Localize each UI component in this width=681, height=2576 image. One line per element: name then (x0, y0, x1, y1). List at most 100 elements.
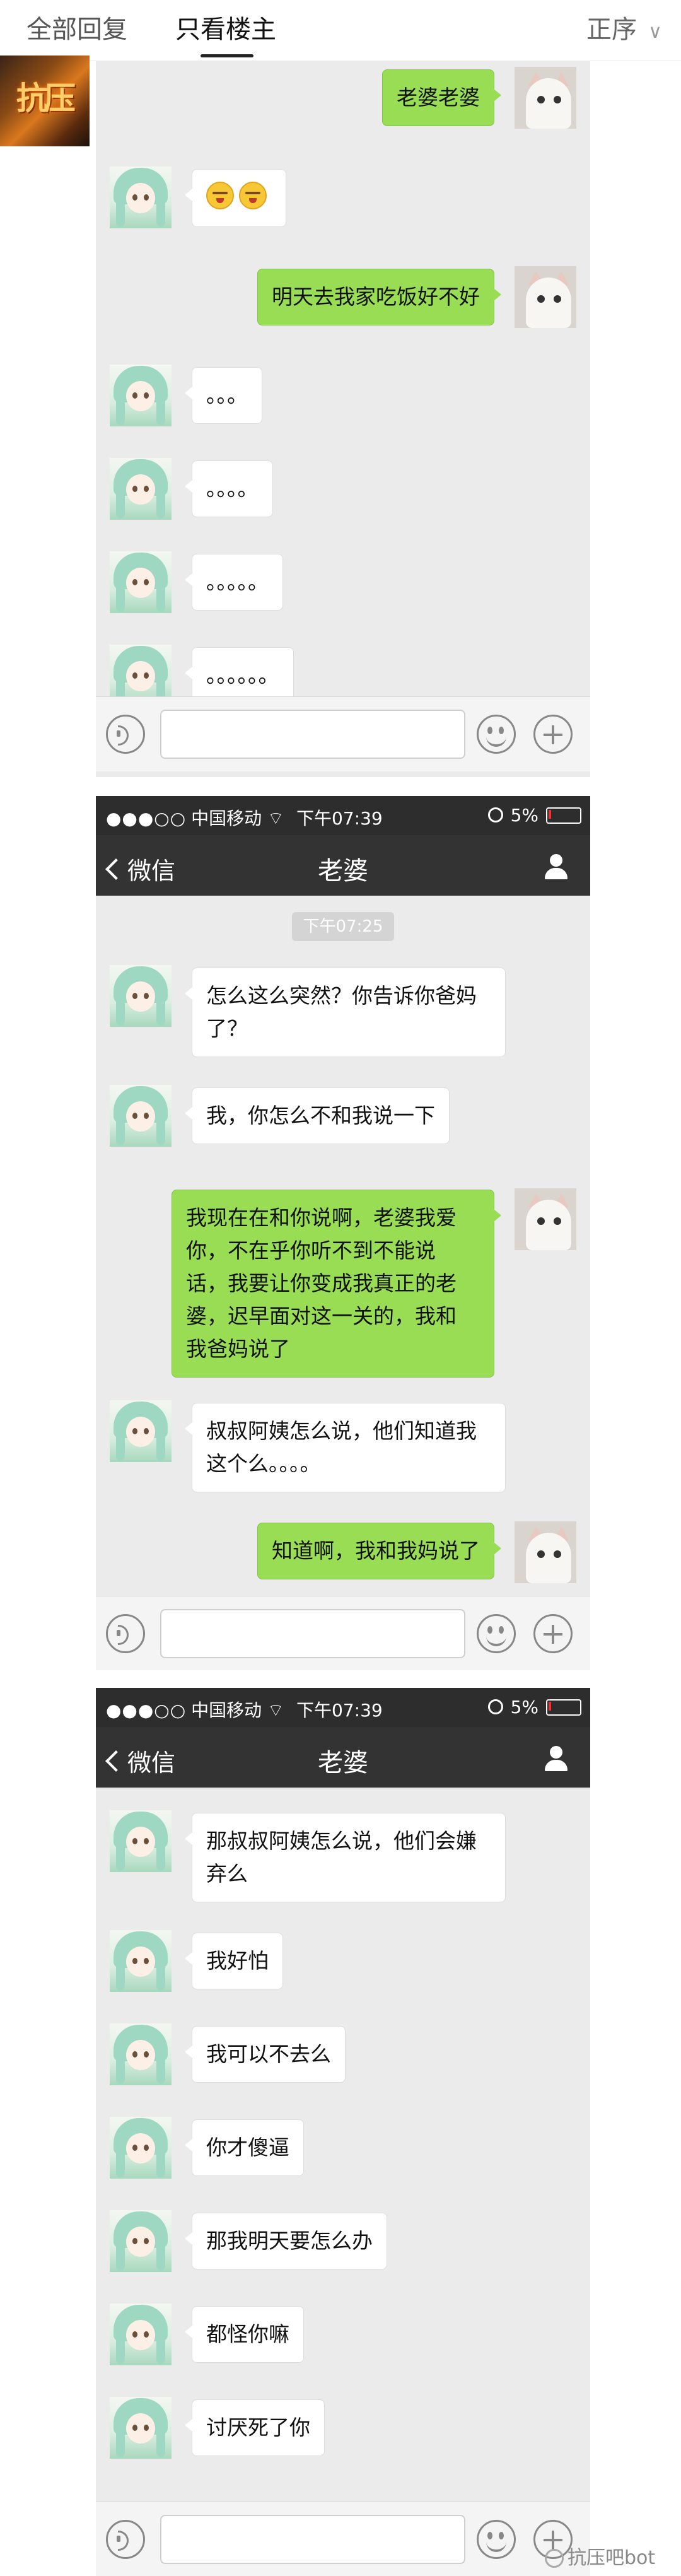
emoji-icon[interactable] (477, 2520, 516, 2559)
watermark-text: 抗压吧bot (568, 2547, 656, 2569)
contact-avatar[interactable] (110, 167, 172, 228)
chat-navbar: 微信 老婆 (96, 1727, 590, 1788)
chat-title: 老婆 (318, 1748, 368, 1777)
message-bubble-received[interactable]: 你才傻逼 (185, 2119, 304, 2176)
status-time: 下午07:39 (296, 808, 383, 829)
message-line: 怎么这么突然？你告诉你爸妈 (206, 983, 477, 1008)
status-time: 下午07:39 (296, 1700, 383, 1721)
wifi-icon: ⌔ (267, 808, 284, 829)
message-bubble-received[interactable]: 。。。。。 (185, 554, 283, 611)
wifi-icon: ⌔ (267, 1700, 284, 1721)
message-line: 讨厌死了你 (206, 2415, 310, 2440)
tab-only-op[interactable]: 只看楼主 (175, 9, 276, 45)
message-line: 我爸妈说了 (186, 1337, 290, 1361)
user-avatar-cat[interactable] (515, 67, 576, 129)
user-avatar-cat[interactable] (515, 1521, 576, 1583)
contact-avatar[interactable] (110, 2117, 172, 2179)
tieba-tab-bar: 全部回复 只看楼主 正序 ∨ (0, 0, 681, 61)
status-bar: ●●●○○ 中国移动 ⌔ 下午07:39 5% (96, 1688, 590, 1727)
sort-label: 正序 (586, 15, 637, 44)
chat-screenshot-2: ●●●○○ 中国移动 ⌔ 下午07:39 5% 微信 老婆 下午07:25 怎么这… (96, 796, 590, 1670)
watermark-logo-icon (545, 2549, 564, 2568)
message-line: 我现在在和你说啊，老婆我爱 (186, 1205, 457, 1230)
voice-icon[interactable] (106, 1614, 145, 1653)
contact-avatar[interactable] (110, 1085, 172, 1147)
message-bubble-received[interactable]: 叔叔阿姨怎么说，他们知道我 这个么。。。。 (185, 1403, 506, 1492)
message-bubble-sent[interactable]: 知道啊，我和我妈说了 (257, 1523, 501, 1579)
chat-input-bar (96, 696, 590, 771)
tab-all-replies[interactable]: 全部回复 (26, 9, 127, 45)
message-line: 叔叔阿姨怎么说，他们知道我 (206, 1419, 477, 1443)
message-bubble-sent[interactable]: 明天去我家吃饭好不好 (257, 269, 501, 325)
message-bubble-received[interactable]: 那叔叔阿姨怎么说，他们会嫌 弃么 (185, 1813, 506, 1902)
contact-avatar[interactable] (110, 365, 172, 426)
message-bubble-received[interactable]: 讨厌死了你 (185, 2399, 325, 2456)
chat-navbar: 微信 老婆 (96, 835, 590, 896)
voice-icon[interactable] (106, 2520, 145, 2559)
message-input[interactable] (160, 710, 465, 759)
carrier-label: 中国移动 (191, 808, 262, 829)
contact-avatar[interactable] (110, 965, 172, 1027)
message-line: 你才傻逼 (206, 2135, 289, 2160)
message-line: 弃么 (206, 1861, 248, 1886)
message-bubble-received[interactable]: 。。。 (185, 367, 262, 424)
message-input[interactable] (160, 1609, 465, 1658)
sort-dropdown[interactable]: 正序 ∨ (586, 9, 662, 45)
message-bubble-sent[interactable]: 老婆老婆 (382, 69, 501, 126)
contact-avatar[interactable] (110, 2304, 172, 2365)
op-avatar[interactable]: 抗压 (0, 56, 90, 146)
message-bubble-sent[interactable]: 我现在在和你说啊，老婆我爱 你，不在乎你听不到不能说 话，我要让你变成我真正的老… (172, 1190, 501, 1378)
chevron-down-icon: ∨ (648, 21, 662, 43)
signal-icon: ●●●○○ (106, 808, 187, 829)
message-line: 都怪你嘛 (206, 2322, 289, 2346)
plus-icon[interactable] (533, 715, 573, 754)
status-bar: ●●●○○ 中国移动 ⌔ 下午07:39 5% (96, 796, 590, 835)
message-bubble-received[interactable]: 。。。。 (185, 460, 273, 517)
message-line: 我，你怎么不和我说一下 (206, 1103, 435, 1128)
message-bubble-received[interactable]: 我，你怎么不和我说一下 (185, 1087, 450, 1144)
emoji-icon[interactable] (477, 1614, 516, 1653)
signal-icon: ●●●○○ (106, 1700, 187, 1721)
message-line: 那叔叔阿姨怎么说，他们会嫌 (206, 1829, 477, 1853)
chat-title: 老婆 (318, 857, 368, 886)
contact-avatar[interactable] (110, 2023, 172, 2085)
contact-avatar[interactable] (110, 1930, 172, 1992)
emoji-icon[interactable] (477, 715, 516, 754)
message-bubble-received[interactable]: 我好怕 (185, 1933, 283, 1989)
emoji-icon (239, 182, 267, 209)
message-line: 你，不在乎你听不到不能说 (186, 1238, 436, 1263)
plus-icon[interactable] (533, 1614, 573, 1653)
avatar-logo-image: 抗压 (16, 80, 76, 117)
watermark: 抗压吧bot (545, 2542, 655, 2570)
message-bubble-received[interactable]: 我可以不去么 (185, 2026, 346, 2083)
message-bubble-received[interactable]: 。。。。。。 (185, 647, 294, 704)
user-avatar-cat[interactable] (515, 266, 576, 328)
contact-avatar[interactable] (110, 1810, 172, 1872)
message-input[interactable] (160, 2515, 465, 2564)
message-timestamp: 下午07:25 (292, 912, 394, 941)
voice-icon[interactable] (106, 715, 145, 754)
battery-percent: 5% (510, 1697, 538, 1718)
message-bubble-received[interactable]: 都怪你嘛 (185, 2306, 304, 2363)
message-line: 知道啊，我和我妈说了 (272, 1538, 480, 1563)
contact-avatar[interactable] (110, 1400, 172, 1462)
chat-screenshot-1: 老婆老婆 明天去我家吃饭好不好 。。。 。。。。 。。。。。 。。。。。。 (96, 61, 590, 777)
contact-avatar[interactable] (110, 2397, 172, 2459)
lock-icon (487, 1699, 503, 1714)
message-bubble-received[interactable]: 那我明天要怎么办 (185, 2213, 387, 2269)
carrier-label: 中国移动 (191, 1700, 262, 1721)
message-line: 那我明天要怎么办 (206, 2228, 373, 2253)
person-icon[interactable] (544, 1746, 569, 1771)
active-tab-indicator (201, 54, 253, 57)
user-avatar-cat[interactable] (515, 1188, 576, 1250)
chat-input-bar (96, 1596, 590, 1670)
message-bubble-received[interactable] (185, 169, 286, 227)
contact-avatar[interactable] (110, 458, 172, 520)
person-icon[interactable] (544, 854, 569, 879)
battery-icon (546, 1699, 581, 1716)
message-bubble-received[interactable]: 怎么这么突然？你告诉你爸妈 了？ (185, 968, 506, 1057)
chat-screenshot-3: ●●●○○ 中国移动 ⌔ 下午07:39 5% 微信 老婆 那叔叔阿姨怎么说，他们… (96, 1688, 590, 2576)
emoji-icon (206, 182, 234, 209)
contact-avatar[interactable] (110, 2210, 172, 2272)
contact-avatar[interactable] (110, 551, 172, 613)
